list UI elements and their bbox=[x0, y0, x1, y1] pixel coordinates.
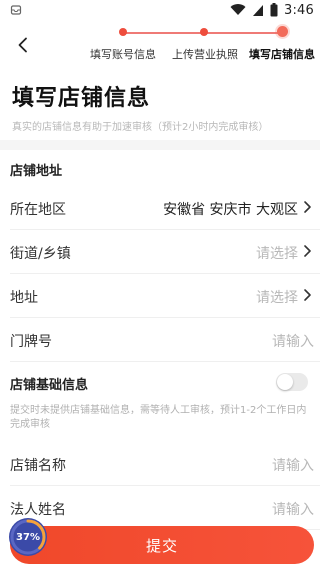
step-dot-2 bbox=[200, 28, 208, 36]
chevron-right-icon bbox=[304, 201, 311, 213]
section-title-basic: 店铺基础信息 bbox=[10, 378, 89, 393]
chevron-right-icon bbox=[304, 289, 311, 301]
store-name-input[interactable]: 请输入 bbox=[272, 455, 314, 475]
field-region[interactable]: 所在地区 安徽省 安庆市 大观区 bbox=[10, 186, 320, 230]
status-bar: 3:46 bbox=[0, 0, 320, 24]
step-label-3: 填写店铺信息 bbox=[249, 48, 315, 61]
field-legal-person[interactable]: 法人姓名 请输入 bbox=[10, 486, 320, 530]
field-door-number[interactable]: 门牌号 请输入 bbox=[10, 318, 320, 362]
legal-person-input[interactable]: 请输入 bbox=[272, 499, 314, 519]
field-address[interactable]: 地址 请选择 bbox=[10, 274, 320, 318]
basic-info-toggle[interactable] bbox=[276, 373, 308, 391]
status-time: 3:46 bbox=[284, 2, 314, 18]
field-street[interactable]: 街道/乡镇 请选择 bbox=[10, 230, 320, 274]
wifi-icon bbox=[230, 4, 246, 16]
progress-stepper: 填写账号信息 上传营业执照 填写店铺信息 bbox=[86, 26, 318, 66]
step-connector-2 bbox=[204, 32, 281, 34]
battery-icon bbox=[270, 3, 278, 17]
chevron-right-icon bbox=[304, 245, 311, 257]
section-title-address: 店铺地址 bbox=[10, 164, 63, 179]
step-label-1: 填写账号信息 bbox=[90, 48, 156, 61]
field-label: 门牌号 bbox=[10, 334, 52, 350]
field-label: 店铺名称 bbox=[10, 458, 66, 474]
field-label: 所在地区 bbox=[10, 202, 66, 218]
status-right: 3:46 bbox=[230, 1, 314, 19]
field-label: 地址 bbox=[10, 290, 38, 306]
field-placeholder: 请选择 bbox=[256, 290, 298, 306]
notification-icon bbox=[10, 5, 22, 15]
step-label-2: 上传营业执照 bbox=[172, 48, 238, 61]
field-placeholder: 请选择 bbox=[256, 246, 298, 262]
signal-icon bbox=[253, 4, 263, 16]
field-value: 安徽省 安庆市 大观区 bbox=[163, 202, 298, 218]
step-dot-1 bbox=[119, 28, 127, 36]
back-arrow-icon bbox=[18, 37, 27, 53]
submit-button[interactable]: 提交 bbox=[10, 526, 314, 564]
section-divider bbox=[0, 140, 320, 150]
step-dot-3 bbox=[277, 26, 288, 37]
top-nav: 填写账号信息 上传营业执照 填写店铺信息 bbox=[0, 26, 320, 66]
progress-text: 37% bbox=[16, 531, 40, 543]
toggle-knob bbox=[277, 374, 293, 390]
page-subtitle: 真实的店铺信息有助于加速审核（预计2小时内完成审核） bbox=[12, 122, 269, 133]
field-label: 法人姓名 bbox=[10, 502, 66, 518]
back-button[interactable] bbox=[12, 34, 34, 56]
page-title: 填写店铺信息 bbox=[12, 86, 151, 111]
field-label: 街道/乡镇 bbox=[10, 246, 71, 262]
basic-info-note: 提交时未提供店铺基础信息，需等待人工审核，预计1-2个工作日内完成审核 bbox=[10, 405, 307, 430]
submit-label: 提交 bbox=[145, 536, 178, 555]
door-number-input[interactable]: 请输入 bbox=[272, 331, 314, 351]
progress-badge[interactable]: 37% bbox=[9, 518, 47, 556]
field-store-name[interactable]: 店铺名称 请输入 bbox=[10, 442, 320, 486]
step-connector-1 bbox=[122, 32, 202, 34]
